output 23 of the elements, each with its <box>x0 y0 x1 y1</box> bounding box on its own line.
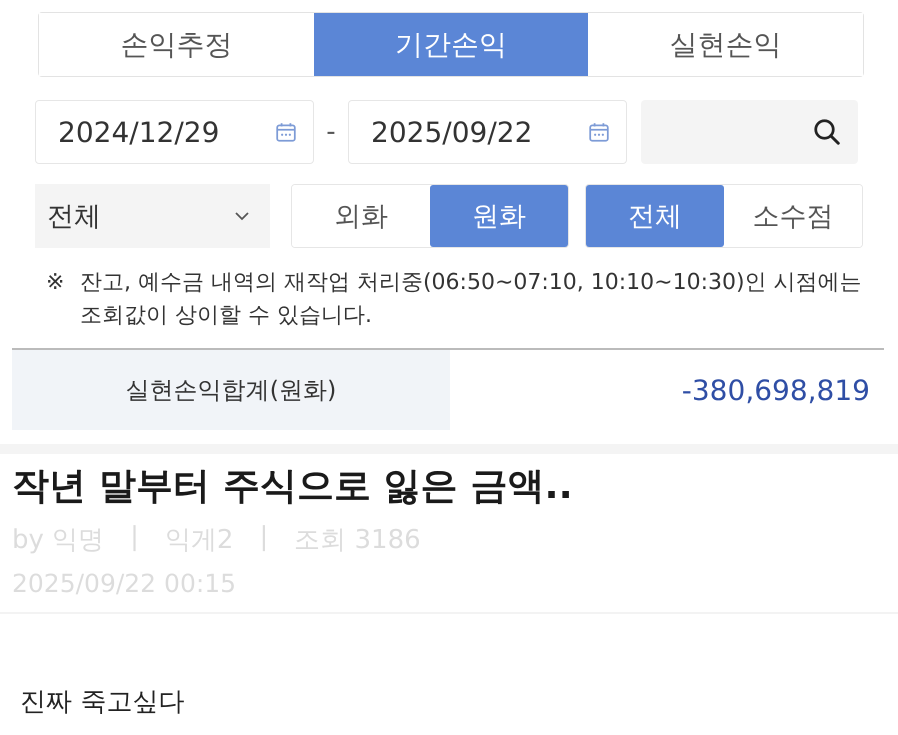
meta-separator: | <box>259 522 268 554</box>
filter-dropdown[interactable]: 전체 <box>35 184 270 248</box>
search-icon[interactable] <box>812 117 842 147</box>
summary-label: 실현손익합계(원화) <box>12 350 450 430</box>
notice-mark: ※ <box>46 269 66 297</box>
chevron-down-icon <box>234 211 250 221</box>
summary-value: -380,698,819 <box>680 374 871 406</box>
post-body: 진짜 죽고싶다 <box>20 686 186 719</box>
tab[interactable]: 기간손익 <box>314 13 588 76</box>
date-field[interactable]: 2025/09/22 <box>348 100 627 164</box>
date-value: 2024/12/29 <box>58 116 220 148</box>
toggle-option[interactable]: 전체 <box>586 185 724 247</box>
search-field[interactable] <box>641 100 858 164</box>
calendar-icon[interactable] <box>588 121 610 143</box>
date-value: 2025/09/22 <box>371 116 532 148</box>
date-field[interactable]: 2024/12/29 <box>35 100 314 164</box>
calendar-icon[interactable] <box>275 121 297 143</box>
notice-text: 잔고, 예수금 내역의 재작업 처리중(06:50~07:10, 10:10~10:30)인 시점에는 조회값이 상이할 수 있습니다. <box>80 269 863 330</box>
toggle-option[interactable]: 원화 <box>430 185 568 247</box>
meta-separator: | <box>130 522 139 554</box>
post-title: 작년 말부터 주식으로 잃은 금액.. <box>12 463 574 509</box>
range-dash: - <box>325 117 337 147</box>
dropdown-value: 전체 <box>47 200 101 234</box>
